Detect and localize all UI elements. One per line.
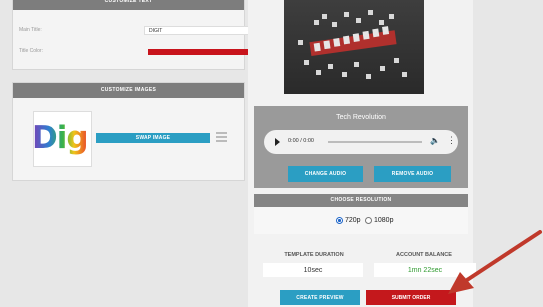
- resolution-option-1080p[interactable]: 1080p: [365, 217, 393, 224]
- radio-unselected-icon[interactable]: [365, 217, 372, 224]
- video-preview-art: [298, 10, 407, 79]
- play-icon[interactable]: [275, 138, 280, 146]
- resolution-label-1080p: 1080p: [374, 217, 394, 224]
- template-duration-label: TEMPLATE DURATION: [284, 252, 344, 258]
- title-color-label: Title Color:: [19, 48, 43, 54]
- customize-text-panel: CUSTOMIZE TEXT Main Title: DIGIT Title C…: [12, 0, 254, 70]
- customize-images-panel: CUSTOMIZE IMAGES Dig SWAP IMAGE: [12, 82, 245, 181]
- more-options-icon[interactable]: ⋮: [447, 135, 456, 145]
- annotation-arrow-icon: [448, 230, 542, 294]
- template-duration-value: 10sec: [263, 263, 363, 277]
- audio-panel: Tech Revolution 0:00 / 0:00 🔈 ⋮ CHANGE A…: [254, 106, 468, 188]
- remove-audio-button[interactable]: REMOVE AUDIO: [374, 166, 451, 182]
- title-color-swatch[interactable]: [148, 49, 254, 55]
- audio-progress-bar[interactable]: [328, 141, 422, 143]
- image-thumbnail: Dig: [33, 111, 92, 167]
- customize-images-header: CUSTOMIZE IMAGES: [13, 83, 244, 98]
- swap-image-button[interactable]: SWAP IMAGE: [96, 133, 210, 143]
- audio-player[interactable]: 0:00 / 0:00 🔈 ⋮: [264, 130, 458, 154]
- audio-title: Tech Revolution: [336, 114, 386, 121]
- video-preview: [284, 0, 424, 94]
- volume-icon[interactable]: 🔈: [430, 136, 440, 145]
- resolution-label-720p: 720p: [345, 217, 361, 224]
- audio-time: 0:00 / 0:00: [288, 138, 314, 144]
- drag-handle-icon[interactable]: [216, 132, 227, 144]
- create-preview-button[interactable]: CREATE PREVIEW: [280, 290, 360, 305]
- thumbnail-text: Dig: [33, 120, 89, 156]
- radio-selected-icon[interactable]: [336, 217, 343, 224]
- resolution-header: CHOOSE RESOLUTION: [254, 194, 468, 207]
- main-title-label: Main Title:: [19, 27, 42, 33]
- customize-text-header: CUSTOMIZE TEXT: [13, 0, 244, 10]
- resolution-option-720p[interactable]: 720p: [336, 217, 361, 224]
- resolution-panel: CHOOSE RESOLUTION 720p 1080p: [254, 194, 468, 234]
- change-audio-button[interactable]: CHANGE AUDIO: [288, 166, 363, 182]
- main-title-input[interactable]: DIGIT: [144, 26, 254, 35]
